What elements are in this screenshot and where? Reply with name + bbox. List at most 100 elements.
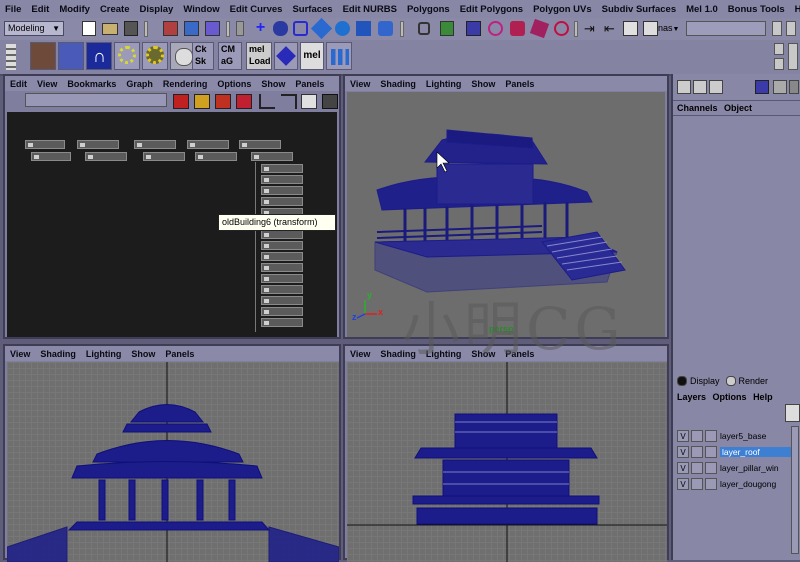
pick-dynamics-icon[interactable]	[356, 21, 371, 36]
front-menu-lighting[interactable]: Lighting	[81, 349, 127, 359]
layer-color-swatch[interactable]	[705, 429, 717, 442]
menu-display[interactable]: Display	[135, 4, 179, 15]
snap-surface-icon[interactable]	[554, 21, 569, 36]
hypergraph-menu-options[interactable]: Options	[212, 79, 256, 89]
channel-box-toggle-icon-2[interactable]	[693, 80, 707, 94]
history-input-icon[interactable]: ⇥	[584, 21, 599, 36]
menu-window[interactable]: Window	[178, 4, 224, 15]
menu-edit-polygons[interactable]: Edit Polygons	[455, 4, 528, 15]
front-menu-view[interactable]: View	[5, 349, 35, 359]
shelf-menu-icon[interactable]	[788, 43, 798, 70]
layer-editor-icon[interactable]	[755, 80, 769, 94]
shelf-cmag-button[interactable]: CM aG	[218, 42, 242, 70]
menu-modify[interactable]: Modify	[54, 4, 95, 15]
close-panel-icon[interactable]	[789, 80, 799, 94]
hypergraph-menu-graph[interactable]: Graph	[121, 79, 158, 89]
graph-node[interactable]	[85, 152, 127, 161]
layer-menu-help[interactable]: Help	[749, 392, 773, 402]
graph-node[interactable]	[261, 230, 303, 239]
highlight-selection-icon[interactable]	[440, 21, 454, 36]
hypergraph-camera-icon[interactable]	[322, 94, 338, 109]
menu-edit-nurbs[interactable]: Edit NURBS	[338, 4, 402, 15]
graph-node[interactable]	[261, 175, 303, 184]
shelf-ck-button[interactable]: Ck Sk	[192, 42, 214, 70]
hypergraph-tool-icon-3[interactable]	[215, 94, 231, 109]
layer-menu-layers[interactable]: Layers	[673, 392, 706, 402]
select-hierarchy-icon[interactable]	[163, 21, 178, 36]
graph-node[interactable]	[261, 186, 303, 195]
hypergraph-tool-icon-2[interactable]	[194, 94, 210, 109]
new-layer-icon[interactable]	[785, 404, 800, 422]
render-radio[interactable]	[725, 376, 736, 386]
new-scene-icon[interactable]	[82, 21, 96, 36]
render-icon[interactable]	[643, 21, 658, 36]
front-viewport[interactable]	[7, 362, 339, 562]
shelf-tool-button-1[interactable]	[30, 42, 56, 70]
shelf-scroll-up-icon[interactable]	[774, 43, 784, 55]
graph-node[interactable]	[261, 263, 303, 272]
persp-menu-lighting[interactable]: Lighting	[421, 79, 467, 89]
snap-view-icon[interactable]	[529, 18, 550, 39]
hypergraph-menu-panels[interactable]: Panels	[290, 79, 329, 89]
layer-visibility-toggle[interactable]: V	[677, 429, 689, 442]
show-attribute-editor-icon[interactable]	[786, 21, 796, 36]
menu-edit[interactable]: Edit	[26, 4, 54, 15]
hypergraph-hierarchy-icon[interactable]	[259, 94, 275, 109]
layer-scrollbar[interactable]	[791, 426, 799, 554]
pick-surfaces-icon[interactable]	[310, 17, 333, 40]
front-menu-shading[interactable]: Shading	[35, 349, 81, 359]
graph-node[interactable]	[77, 140, 119, 149]
persp-menu-show[interactable]: Show	[466, 79, 500, 89]
mask-menu-icon[interactable]	[236, 21, 244, 36]
shelf-tool-button-9[interactable]	[274, 42, 298, 70]
side-menu-view[interactable]: View	[345, 349, 375, 359]
hypergraph-menu-rendering[interactable]: Rendering	[158, 79, 213, 89]
shelf-tool-button-3[interactable]: ∩	[86, 42, 112, 70]
object-tab[interactable]: Object	[720, 103, 752, 113]
quick-selection-field[interactable]	[686, 21, 766, 36]
layer-color-swatch[interactable]	[705, 445, 717, 458]
hypergraph-search-field[interactable]	[25, 93, 167, 107]
layer-visibility-toggle[interactable]: V	[677, 445, 689, 458]
channel-box-toggle-icon-1[interactable]	[677, 80, 691, 94]
layer-visibility-toggle[interactable]: V	[677, 477, 689, 490]
graph-node[interactable]	[261, 307, 303, 316]
hypergraph-tool-icon-4[interactable]	[236, 94, 252, 109]
graph-node[interactable]	[25, 140, 65, 149]
shelf-tool-button-2[interactable]	[58, 42, 84, 70]
menu-mel[interactable]: Mel 1.0	[681, 4, 723, 15]
layer-color-swatch[interactable]	[705, 477, 717, 490]
graph-node[interactable]	[261, 164, 303, 173]
hypergraph-menu-show[interactable]: Show	[256, 79, 290, 89]
pick-handles-icon[interactable]: +	[253, 20, 268, 36]
layer-menu-options[interactable]: Options	[709, 392, 747, 402]
graph-node[interactable]	[261, 241, 303, 250]
channels-tab[interactable]: Channels	[673, 103, 718, 113]
snap-curve-icon[interactable]	[488, 21, 503, 36]
graph-node[interactable]	[195, 152, 237, 161]
select-component-icon[interactable]	[205, 21, 220, 36]
layer-visibility-toggle[interactable]: V	[677, 461, 689, 474]
display-radio[interactable]	[677, 376, 687, 386]
front-menu-panels[interactable]: Panels	[160, 349, 199, 359]
mel-load-button[interactable]: mel Load	[246, 42, 272, 70]
channel-box-toggle-icon-3[interactable]	[709, 80, 723, 94]
menu-file[interactable]: File	[0, 4, 26, 15]
hypergraph-menu-bookmarks[interactable]: Bookmarks	[62, 79, 121, 89]
menu-help[interactable]: Help	[790, 4, 800, 15]
hypergraph-menu-view[interactable]: View	[32, 79, 62, 89]
construction-history-icon[interactable]	[623, 21, 638, 36]
layer-row[interactable]: V layer_dougong	[677, 476, 797, 491]
snap-grid-icon[interactable]	[466, 21, 481, 36]
graph-node[interactable]	[251, 152, 293, 161]
show-channel-box-icon[interactable]	[772, 21, 782, 36]
menu-surfaces[interactable]: Surfaces	[287, 4, 337, 15]
history-output-icon[interactable]: ⇤	[604, 21, 619, 36]
persp-menu-shading[interactable]: Shading	[375, 79, 421, 89]
snap-point-icon[interactable]	[510, 21, 525, 36]
select-object-icon[interactable]	[184, 21, 199, 36]
layer-row-selected[interactable]: V layer_roof	[677, 444, 797, 459]
graph-node[interactable]	[31, 152, 71, 161]
shelf-scroll-down-icon[interactable]	[774, 58, 784, 70]
layer-state-toggle[interactable]	[691, 429, 703, 442]
